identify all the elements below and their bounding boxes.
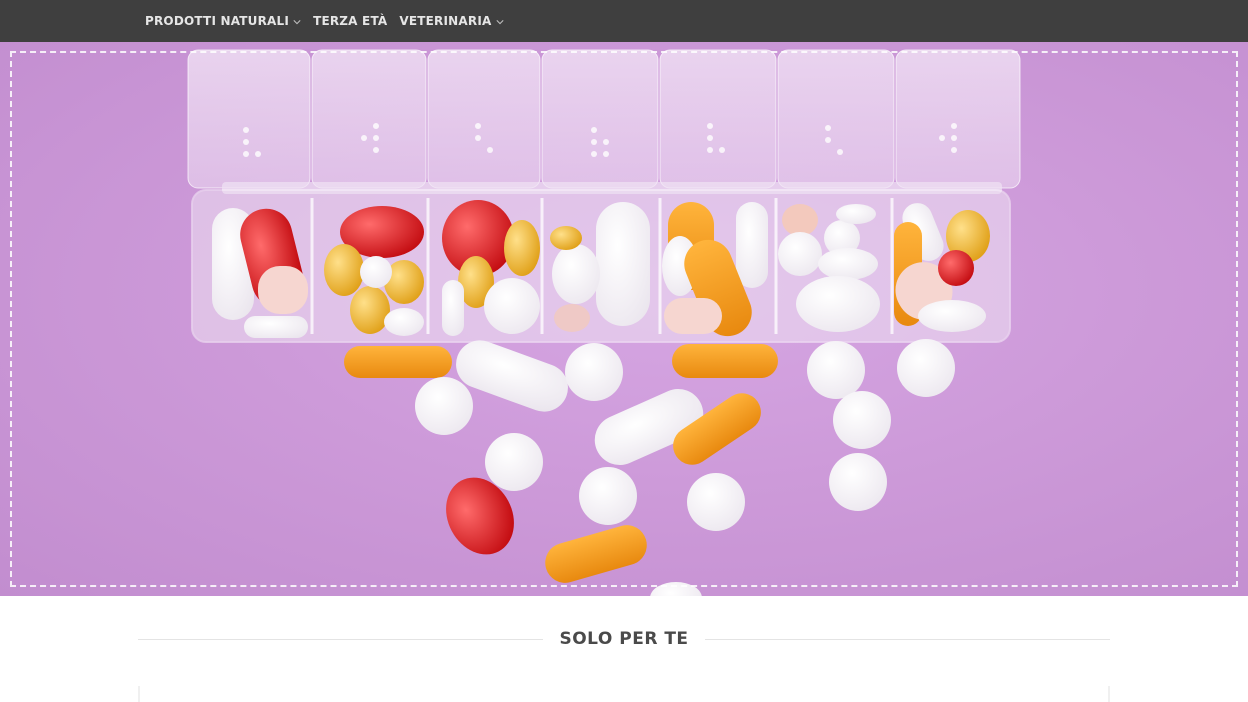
top-navigation: PRODOTTI NATURALI TERZA ETÀ VETERINARIA xyxy=(0,0,1248,42)
divider-right xyxy=(704,638,1110,640)
chevron-down-icon xyxy=(293,19,301,24)
nav-item-veterinaria[interactable]: VETERINARIA xyxy=(399,14,504,28)
hero-dashed-frame xyxy=(10,51,1238,587)
section-header: SOLO PER TE xyxy=(138,624,1110,654)
nav-item-label: PRODOTTI NATURALI xyxy=(145,14,290,28)
nav-menu: PRODOTTI NATURALI TERZA ETÀ VETERINARIA xyxy=(145,14,516,28)
chevron-down-icon xyxy=(495,19,504,24)
section-title: SOLO PER TE xyxy=(559,629,689,649)
divider-left xyxy=(138,638,544,640)
nav-item-prodotti-naturali[interactable]: PRODOTTI NATURALI xyxy=(145,14,301,28)
hero-banner[interactable] xyxy=(0,42,1248,596)
nav-item-label: TERZA ETÀ xyxy=(313,14,388,28)
nav-item-label: VETERINARIA xyxy=(399,14,492,28)
product-carousel-container xyxy=(138,686,1110,702)
nav-item-terza-eta[interactable]: TERZA ETÀ xyxy=(313,14,387,28)
